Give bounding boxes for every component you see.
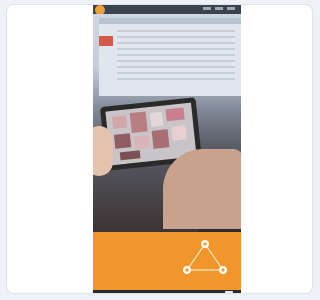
nav-item[interactable] (227, 7, 235, 10)
diagram-node-icon (219, 266, 227, 274)
hand-left (93, 126, 113, 176)
mobile-page-preview[interactable] (93, 5, 241, 293)
cookie-bar (93, 290, 241, 293)
nav-item[interactable] (203, 7, 211, 10)
triangle-diagram (183, 240, 227, 274)
diagram-node-icon (201, 240, 209, 248)
hero-photo (93, 14, 241, 232)
promo-section (93, 232, 241, 290)
hand-right (163, 149, 241, 229)
nav-menu (203, 7, 235, 10)
site-header (93, 5, 241, 15)
nav-item[interactable] (215, 7, 223, 10)
background-monitor (99, 18, 241, 96)
cookie-accept-button[interactable] (225, 291, 233, 293)
diagram-node-icon (183, 266, 191, 274)
preview-card (6, 4, 313, 294)
